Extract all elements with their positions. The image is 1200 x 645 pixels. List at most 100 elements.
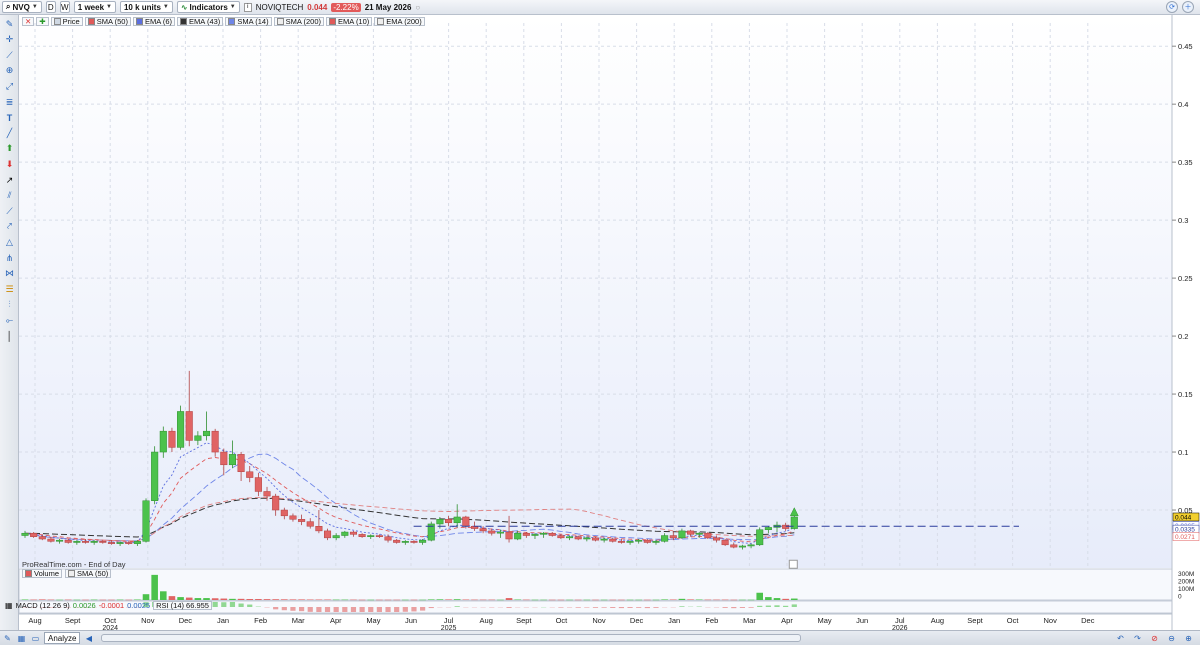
x-tick-label: Nov <box>592 616 606 625</box>
volume-bar <box>592 599 599 601</box>
volume-bar <box>782 598 789 600</box>
volume-bar <box>557 599 565 601</box>
volume-bar <box>626 599 634 601</box>
macd-bar <box>333 607 339 612</box>
scroll-left-icon[interactable]: ◀ <box>83 633 94 644</box>
candle-body <box>548 532 556 536</box>
rsi-legend[interactable]: RSI (14) 66.955 <box>153 601 212 610</box>
volume-bar <box>669 599 677 601</box>
volume-bar <box>341 599 349 601</box>
candle-body <box>496 531 504 534</box>
link-tool-icon[interactable]: ⟜ <box>2 314 17 327</box>
units-selector[interactable]: 10 k units ▼ <box>119 1 173 13</box>
volume-bar <box>21 599 29 601</box>
zoom-out-icon[interactable]: ⊖ <box>1166 633 1177 644</box>
macd-bar <box>324 607 331 612</box>
levels-tool-icon[interactable]: ☰ <box>2 283 17 296</box>
candle-body <box>393 539 401 543</box>
candle-body <box>349 531 357 535</box>
draw-icon[interactable]: ✎ <box>2 633 13 644</box>
x-tick-label: Jun <box>405 616 417 625</box>
arrow-tool-icon[interactable]: ↗ <box>2 174 17 187</box>
x-tick-label: Nov <box>141 616 155 625</box>
legend-ema10[interactable]: EMA (10) <box>326 16 373 26</box>
triangle-tool-icon[interactable]: △ <box>2 236 17 249</box>
pitchfork-tool-icon[interactable]: ⋔ <box>2 252 17 265</box>
add-chart-icon[interactable]: ＋ <box>1182 1 1194 13</box>
legend-add-icon[interactable]: ✚ <box>36 16 49 26</box>
zoom-tool-icon[interactable]: ⊕ <box>2 64 17 77</box>
candle-body <box>531 534 539 536</box>
ruler-tool-icon[interactable]: ⟋ <box>2 49 17 62</box>
x-tick-label: Aug <box>931 616 944 625</box>
volume-bar <box>445 599 452 600</box>
text-tool-icon[interactable]: T <box>2 111 17 124</box>
legend-ema6[interactable]: EMA (6) <box>132 16 176 26</box>
arrow-down-icon[interactable]: ⬇ <box>2 158 17 171</box>
x-tick-label: Sept <box>967 616 983 625</box>
macd-bar <box>575 607 581 608</box>
undo-icon[interactable]: ↶ <box>1115 633 1126 644</box>
macd-bar <box>350 607 357 612</box>
chevron-down-icon: ▼ <box>106 4 112 10</box>
pointer-tool-icon[interactable]: ✎ <box>2 18 17 31</box>
top-toolbar: ⌕ NVQ ▼ D W 1 week ▼ 10 k units ▼ ∿ Indi… <box>0 0 1200 15</box>
cycle-tool-icon[interactable]: ⋈ <box>2 267 17 280</box>
event-marker <box>788 559 798 569</box>
zoom-in-icon[interactable]: ⊕ <box>1183 633 1194 644</box>
crosshair-tool-icon[interactable]: ✛ <box>2 33 17 46</box>
info-icon[interactable]: i <box>243 2 252 12</box>
arrow-up-icon[interactable]: ⬆ <box>2 142 17 155</box>
candle-body <box>401 541 409 543</box>
volume-bar <box>661 599 668 600</box>
disable-icon[interactable]: ⊘ <box>1149 633 1160 644</box>
legend-sma50[interactable]: SMA (50) <box>84 16 131 26</box>
legend-price[interactable]: Price <box>50 16 83 26</box>
volume-legend[interactable]: Volume <box>22 569 63 578</box>
volume-bar <box>531 599 539 601</box>
segment-tool-icon[interactable]: ⟋ <box>2 205 17 218</box>
daily-view-button[interactable]: D <box>45 1 56 13</box>
fib-tool-icon[interactable]: ≣ <box>2 96 17 109</box>
price-chart[interactable]: Aug Sept Oct2024Nov Dec Jan Feb Mar Apr May Jun Ju… <box>19 15 1200 630</box>
candle-body <box>782 524 790 529</box>
volume-bar <box>134 599 141 601</box>
candle-body <box>38 536 46 540</box>
window-icon[interactable]: ▭ <box>30 633 41 644</box>
candle-body <box>151 451 159 501</box>
volume-bar <box>695 599 703 601</box>
trend-tool-icon[interactable]: ⤢ <box>2 80 17 93</box>
grid-icon[interactable]: ▦ <box>16 633 27 644</box>
legend-ema200[interactable]: EMA (200) <box>374 16 425 26</box>
weekly-view-button[interactable]: W <box>59 1 70 13</box>
volume-bar <box>652 599 660 601</box>
indicators-button[interactable]: ∿ Indicators ▼ <box>176 1 240 13</box>
refresh-icon[interactable]: ⟳ <box>1166 1 1178 13</box>
legend-close-icon[interactable]: ✕ <box>22 16 35 26</box>
period-selector[interactable]: 1 week ▼ <box>73 1 116 13</box>
chart-area[interactable]: Aug Sept Oct 2024 Nov Dec Jan Feb Mar Apr May Jun Ju… <box>19 15 1200 645</box>
vertical-line-tool-icon[interactable]: │ <box>2 329 17 342</box>
channel-tool-icon[interactable]: ⫽ <box>2 189 17 202</box>
line-tool-icon[interactable]: ╱ <box>2 127 17 140</box>
x-tick-label: Mar <box>743 616 756 625</box>
calculator-icon[interactable]: ▦ <box>5 601 13 610</box>
candle-body <box>764 527 772 530</box>
volume-sma-legend[interactable]: SMA (50) <box>65 569 112 578</box>
indicator-legend: ✕ ✚ Price SMA (50) EMA (6) EMA (43) SMA … <box>22 16 425 26</box>
redo-icon[interactable]: ↷ <box>1132 633 1143 644</box>
legend-sma200[interactable]: SMA (200) <box>273 16 325 26</box>
indicators-label: Indicators <box>189 2 228 12</box>
legend-ema43[interactable]: EMA (43) <box>177 16 224 26</box>
volume-bar <box>402 599 409 601</box>
macd-bar <box>739 607 746 608</box>
analyze-button[interactable]: Analyze <box>44 632 81 644</box>
volume-bar <box>479 599 487 601</box>
point-line-tool-icon[interactable]: ⤤ <box>2 220 17 233</box>
symbol-selector[interactable]: ⌕ NVQ ▼ <box>2 1 42 13</box>
fan-tool-icon[interactable]: ⫶ <box>2 298 17 311</box>
legend-sma14[interactable]: SMA (14) <box>225 16 272 26</box>
x-tick-label: Sept <box>65 616 81 625</box>
horizontal-scrollbar[interactable] <box>101 634 802 642</box>
candle-body <box>246 471 254 478</box>
